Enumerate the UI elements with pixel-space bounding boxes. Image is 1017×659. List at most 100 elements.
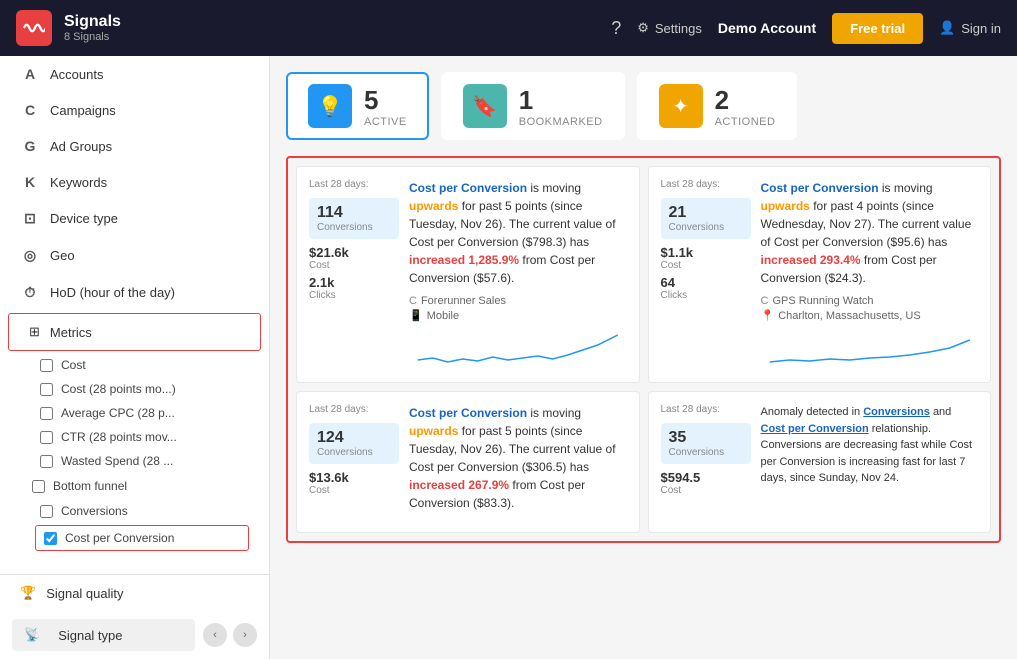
checkbox-conversions[interactable]: Conversions: [0, 499, 269, 523]
checkbox-ctr[interactable]: CTR (28 points mov...: [0, 425, 269, 449]
signal-text1-1: is moving: [530, 181, 581, 195]
signal-title-2: Cost per Conversion is moving upwards fo…: [761, 179, 979, 287]
stat-conversions-label-2: Conversions: [669, 222, 743, 233]
sidebar-item-adgroups[interactable]: G Ad Groups: [0, 128, 269, 164]
signal-card-4: Last 28 days: 35 Conversions $594.5 Cost…: [648, 391, 992, 533]
collapse-left-button[interactable]: ‹: [203, 623, 227, 647]
collapse-right-button[interactable]: ›: [233, 623, 257, 647]
bottom-funnel-section[interactable]: Bottom funnel: [0, 473, 269, 499]
signal-increase-2: increased 293.4%: [761, 253, 861, 267]
tab-active[interactable]: 💡 5 Active: [286, 72, 429, 140]
checkbox-cost[interactable]: Cost: [0, 353, 269, 377]
stat-conversions-3: 124: [317, 429, 391, 447]
cost28-label: Cost (28 points mo...): [61, 382, 176, 396]
settings-label: Settings: [655, 21, 702, 36]
location-icon-2: 📍: [761, 309, 775, 322]
days-label-2: Last 28 days:: [661, 179, 751, 190]
signal-metric-link-2[interactable]: Cost per Conversion: [761, 181, 879, 195]
cost-per-conversion-label: Cost per Conversion: [65, 531, 174, 545]
ctr-checkbox[interactable]: [40, 431, 53, 444]
signal-metric-link-3[interactable]: Cost per Conversion: [409, 406, 527, 420]
adgroups-label: Ad Groups: [50, 139, 112, 154]
free-trial-button[interactable]: Free trial: [832, 13, 923, 44]
header-right: ? ⚙ Settings Demo Account Free trial 👤 S…: [611, 13, 1001, 44]
signal-campaign-row-1: C Forerunner Sales: [409, 295, 627, 307]
days-label-4: Last 28 days:: [661, 404, 751, 415]
sidebar-item-devicetype[interactable]: ⊡ Device type: [0, 200, 269, 237]
tab-bookmarked[interactable]: 🔖 1 Bookmarked: [441, 72, 625, 140]
sidebar-item-hod[interactable]: ⏱ HoD (hour of the day): [0, 274, 269, 311]
stat-cost-4: $594.5: [661, 470, 751, 485]
settings-icon: ⚙: [637, 20, 649, 36]
stat-conversions-2: 21: [669, 204, 743, 222]
actioned-label: Actioned: [715, 116, 776, 128]
signin-button[interactable]: 👤 Sign in: [939, 20, 1001, 36]
signal-type-icon: 📡: [24, 627, 40, 643]
anomaly-conversions-link[interactable]: Conversions: [863, 406, 930, 418]
cost-checkbox[interactable]: [40, 359, 53, 372]
signal-increase-1: increased 1,285.9%: [409, 253, 519, 267]
stat-clicks-label-2: Clicks: [661, 290, 751, 301]
campaign-icon-1: C: [409, 295, 417, 307]
stat-cost-label-1: Cost: [309, 260, 399, 271]
app-subtitle: 8 Signals: [64, 31, 121, 43]
stat-conversions-1: 114: [317, 204, 391, 222]
stat-cost-2: $1.1k: [661, 245, 751, 260]
signals-logo-icon: [23, 17, 45, 39]
checkbox-wastedspend[interactable]: Wasted Spend (28 ...: [0, 449, 269, 473]
signal-quality-label: Signal quality: [46, 586, 123, 601]
metrics-icon: ⊞: [29, 324, 40, 340]
stat-conversions-label-3: Conversions: [317, 447, 391, 458]
sidebar-item-accounts[interactable]: A Accounts: [0, 56, 269, 92]
signal-location-row-2: 📍 Charlton, Massachusetts, US: [761, 309, 979, 322]
sidebar-bottom-row: 📡 Signal type ‹ ›: [0, 611, 269, 659]
header-left: Signals 8 Signals: [16, 10, 121, 46]
metrics-label: Metrics: [50, 325, 92, 340]
stat-cost-label-3: Cost: [309, 485, 399, 496]
stat-cost-1: $21.6k: [309, 245, 399, 260]
avgcpc-checkbox[interactable]: [40, 407, 53, 420]
sidebar-item-geo[interactable]: ◎ Geo: [0, 237, 269, 274]
checkbox-cost-per-conversion[interactable]: Cost per Conversion: [35, 525, 249, 551]
anomaly-cpc-link[interactable]: Cost per Conversion: [761, 423, 869, 435]
signal-title-1: Cost per Conversion is moving upwards fo…: [409, 179, 627, 287]
tab-actioned[interactable]: ✦ 2 Actioned: [637, 72, 798, 140]
signal-meta-2: C GPS Running Watch 📍 Charlton, Massachu…: [761, 295, 979, 322]
campaigns-icon: C: [20, 102, 40, 118]
anomaly-text1: Anomaly detected in: [761, 406, 864, 418]
days-label-1: Last 28 days:: [309, 179, 399, 190]
sidebar-nav: A Accounts C Campaigns G Ad Groups K Key…: [0, 56, 269, 574]
sidebar: A Accounts C Campaigns G Ad Groups K Key…: [0, 56, 270, 659]
signal-direction-3: upwards: [409, 424, 458, 438]
active-tab-info: 5 Active: [364, 85, 407, 128]
bookmarked-label: Bookmarked: [519, 116, 603, 128]
checkbox-avgcpc[interactable]: Average CPC (28 p...: [0, 401, 269, 425]
cost-per-conversion-checkbox[interactable]: [44, 532, 57, 545]
campaign-name-2: GPS Running Watch: [772, 295, 873, 307]
cost-label: Cost: [61, 358, 86, 372]
signal-quality-item[interactable]: 🏆 Signal quality: [0, 575, 269, 611]
signal-content-4: Anomaly detected in Conversions and Cost…: [761, 404, 979, 520]
sidebar-item-keywords[interactable]: K Keywords: [0, 164, 269, 200]
checkbox-cost28[interactable]: Cost (28 points mo...): [0, 377, 269, 401]
chart-svg-2: [761, 330, 979, 370]
tabs-row: 💡 5 Active 🔖 1 Bookmarked ✦ 2 Actioned: [286, 72, 1001, 140]
cost28-checkbox[interactable]: [40, 383, 53, 396]
conversions-checkbox[interactable]: [40, 505, 53, 518]
sidebar-item-metrics[interactable]: ⊞ Metrics: [8, 313, 261, 351]
signal-metric-link-1[interactable]: Cost per Conversion: [409, 181, 527, 195]
signal-stats-2: Last 28 days: 21 Conversions $1.1k Cost …: [661, 179, 751, 370]
anomaly-text-4: Anomaly detected in Conversions and Cost…: [761, 404, 979, 487]
sidebar-item-campaigns[interactable]: C Campaigns: [0, 92, 269, 128]
settings-button[interactable]: ⚙ Settings: [637, 20, 702, 36]
signal-campaign-row-2: C GPS Running Watch: [761, 295, 979, 307]
stat-clicks-label-1: Clicks: [309, 290, 399, 301]
active-count: 5: [364, 85, 407, 116]
help-icon[interactable]: ?: [611, 18, 621, 39]
wastedspend-checkbox[interactable]: [40, 455, 53, 468]
bottom-funnel-checkbox[interactable]: [32, 480, 45, 493]
accounts-label: Accounts: [50, 67, 103, 82]
signal-direction-2: upwards: [761, 199, 810, 213]
signal-text1-3: is moving: [530, 406, 581, 420]
signal-type-item[interactable]: 📡 Signal type: [12, 619, 195, 651]
